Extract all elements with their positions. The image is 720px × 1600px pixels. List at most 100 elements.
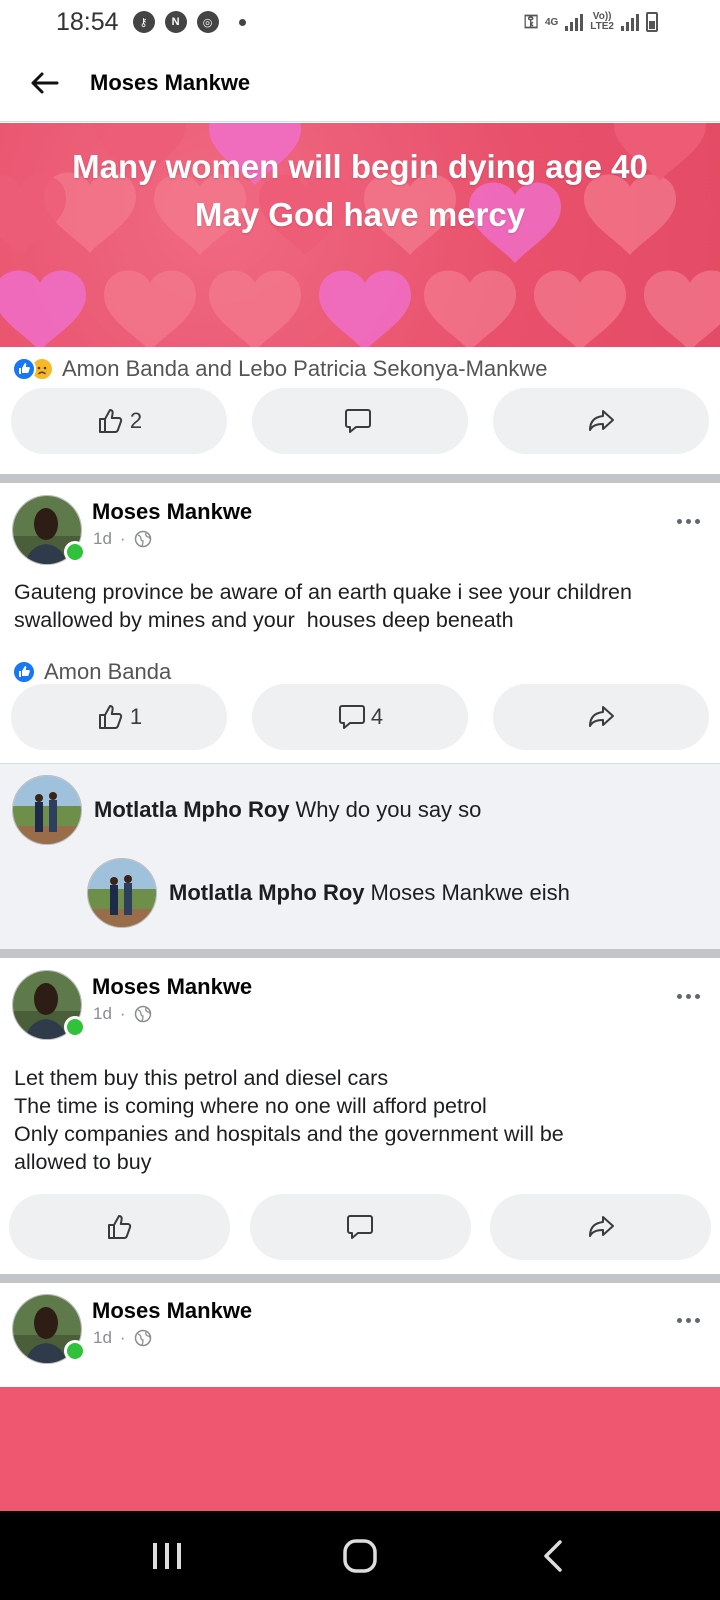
post2-comment-count: 4	[370, 704, 384, 729]
status-left: 18:54 ⚷ N ◎	[56, 8, 246, 37]
post1-share-button[interactable]	[493, 388, 709, 454]
post2-actions: 1 4	[11, 684, 709, 750]
comment[interactable]: Motlatla Mpho Roy Why do you say so	[12, 775, 481, 845]
thumbs-up-icon	[107, 1215, 131, 1239]
post-time[interactable]: 1d	[93, 529, 112, 549]
app-header: Moses Mankwe	[0, 44, 720, 122]
globe-icon	[134, 530, 151, 548]
chrome-notification-icon: ◎	[196, 11, 219, 33]
post-text-line: Only companies and hospitals and the gov…	[14, 1122, 564, 1146]
globe-icon	[134, 1329, 151, 1347]
comment-icon	[338, 705, 365, 729]
post1-actions: 2	[11, 388, 709, 454]
post-divider	[0, 1274, 720, 1283]
post3-text: Let them buy this petrol and diesel cars…	[14, 1064, 710, 1176]
post4-background-preview[interactable]	[0, 1387, 720, 1511]
signal-strength-2-icon	[621, 13, 639, 31]
system-back-button[interactable]	[523, 1526, 583, 1586]
volte-label: Vo)) LTE2	[590, 11, 614, 32]
post-text-line: The time is coming where no one will aff…	[14, 1094, 487, 1118]
post-text-line: allowed to buy	[14, 1150, 152, 1174]
thumbs-up-icon	[98, 409, 123, 433]
system-nav-bar	[0, 1511, 720, 1600]
separator-dot: ·	[119, 1328, 126, 1347]
comment-reply[interactable]: Motlatla Mpho Roy Moses Mankwe eish	[87, 858, 570, 928]
commenter-name[interactable]: Motlatla Mpho Roy	[94, 797, 290, 822]
post-meta: 1d ·	[93, 1328, 152, 1348]
like-reaction-icon	[12, 660, 36, 684]
comment-icon	[345, 409, 371, 433]
online-status-dot	[64, 1340, 86, 1362]
comment-icon	[347, 1215, 373, 1239]
post-background-banner[interactable]: Many women will begin dying age 40 May G…	[0, 123, 720, 347]
comment-text: Why do you say so	[295, 797, 482, 822]
post-time[interactable]: 1d	[93, 1004, 112, 1024]
home-icon	[343, 1538, 377, 1573]
banner-line-1: Many women will begin dying age 40	[72, 148, 648, 185]
post2-like-button[interactable]: 1	[11, 684, 227, 750]
network-type-label: 4G	[544, 16, 559, 28]
share-arrow-icon	[589, 706, 614, 727]
more-options-button[interactable]	[668, 509, 708, 533]
page-title: Moses Mankwe	[90, 69, 251, 95]
share-arrow-icon	[588, 1216, 614, 1237]
chevron-left-icon	[544, 1539, 563, 1572]
status-bar: 18:54 ⚷ N ◎ ⚿ 4G Vo)) LTE2	[0, 0, 720, 44]
key-notification-icon: ⚷	[132, 11, 155, 33]
post4-header: Moses Mankwe 1d ·	[12, 1294, 708, 1366]
status-right: ⚿ 4G Vo)) LTE2	[524, 12, 658, 33]
post3-actions	[9, 1194, 711, 1260]
banner-text: Many women will begin dying age 40 May G…	[0, 143, 720, 239]
post-meta: 1d ·	[93, 529, 152, 549]
battery-icon	[646, 12, 658, 32]
post1-like-button[interactable]: 2	[11, 388, 227, 454]
globe-icon	[134, 1005, 151, 1023]
post1-like-count: 2	[129, 408, 143, 433]
post2-share-button[interactable]	[493, 684, 709, 750]
post1-reactions-text: Amon Banda and Lebo Patricia Sekonya-Man…	[62, 356, 548, 381]
more-options-button[interactable]	[668, 984, 708, 1008]
post3-share-button[interactable]	[490, 1194, 711, 1260]
more-options-button[interactable]	[668, 1308, 708, 1332]
thumbs-up-icon	[98, 705, 123, 729]
online-status-dot	[64, 1016, 86, 1038]
post2-header: Moses Mankwe 1d ·	[12, 495, 708, 567]
recent-apps-button[interactable]	[137, 1526, 197, 1586]
post-divider	[0, 949, 720, 958]
post-meta: 1d ·	[93, 1004, 152, 1024]
online-status-dot	[64, 541, 86, 563]
banner-line-2: May God have mercy	[194, 196, 526, 233]
post1-comment-button[interactable]	[252, 388, 468, 454]
post-author[interactable]: Moses Mankwe	[92, 1298, 252, 1324]
post2-comment-button[interactable]: 4	[252, 684, 468, 750]
comment-text: Moses Mankwe eish	[370, 880, 570, 905]
signal-strength-icon	[565, 13, 584, 31]
post2-like-count: 1	[129, 704, 143, 729]
commenter-name[interactable]: Motlatla Mpho Roy	[169, 880, 365, 905]
recent-apps-icon	[152, 1542, 181, 1569]
arrow-left-icon	[31, 72, 59, 93]
commenter-avatar[interactable]	[87, 858, 157, 928]
share-arrow-icon	[589, 410, 614, 431]
commenter-photo	[13, 776, 81, 844]
post1-reactions-summary[interactable]: Amon Banda and Lebo Patricia Sekonya-Man…	[12, 356, 548, 382]
post-time[interactable]: 1d	[93, 1328, 112, 1348]
post-text-line: Gauteng province be aware of an earth qu…	[14, 580, 632, 604]
commenter-photo	[88, 859, 156, 927]
separator-dot: ·	[119, 529, 126, 548]
post3-header: Moses Mankwe 1d ·	[12, 970, 708, 1042]
post-author[interactable]: Moses Mankwe	[92, 974, 252, 1000]
comments-section: Motlatla Mpho Roy Why do you say so Motla…	[0, 763, 720, 949]
post-author[interactable]: Moses Mankwe	[92, 499, 252, 525]
commenter-avatar[interactable]	[12, 775, 82, 845]
post3-comment-button[interactable]	[249, 1194, 471, 1260]
post2-reactions-summary[interactable]: Amon Banda	[12, 659, 171, 685]
status-time: 18:54	[56, 7, 119, 36]
back-button[interactable]	[20, 59, 68, 107]
vpn-key-icon: ⚿	[524, 11, 538, 32]
post3-like-button[interactable]	[9, 1194, 230, 1260]
post-divider	[0, 474, 720, 483]
more-notifications-dot-icon	[238, 18, 246, 26]
home-button[interactable]	[330, 1526, 390, 1586]
separator-dot: ·	[119, 1004, 126, 1023]
